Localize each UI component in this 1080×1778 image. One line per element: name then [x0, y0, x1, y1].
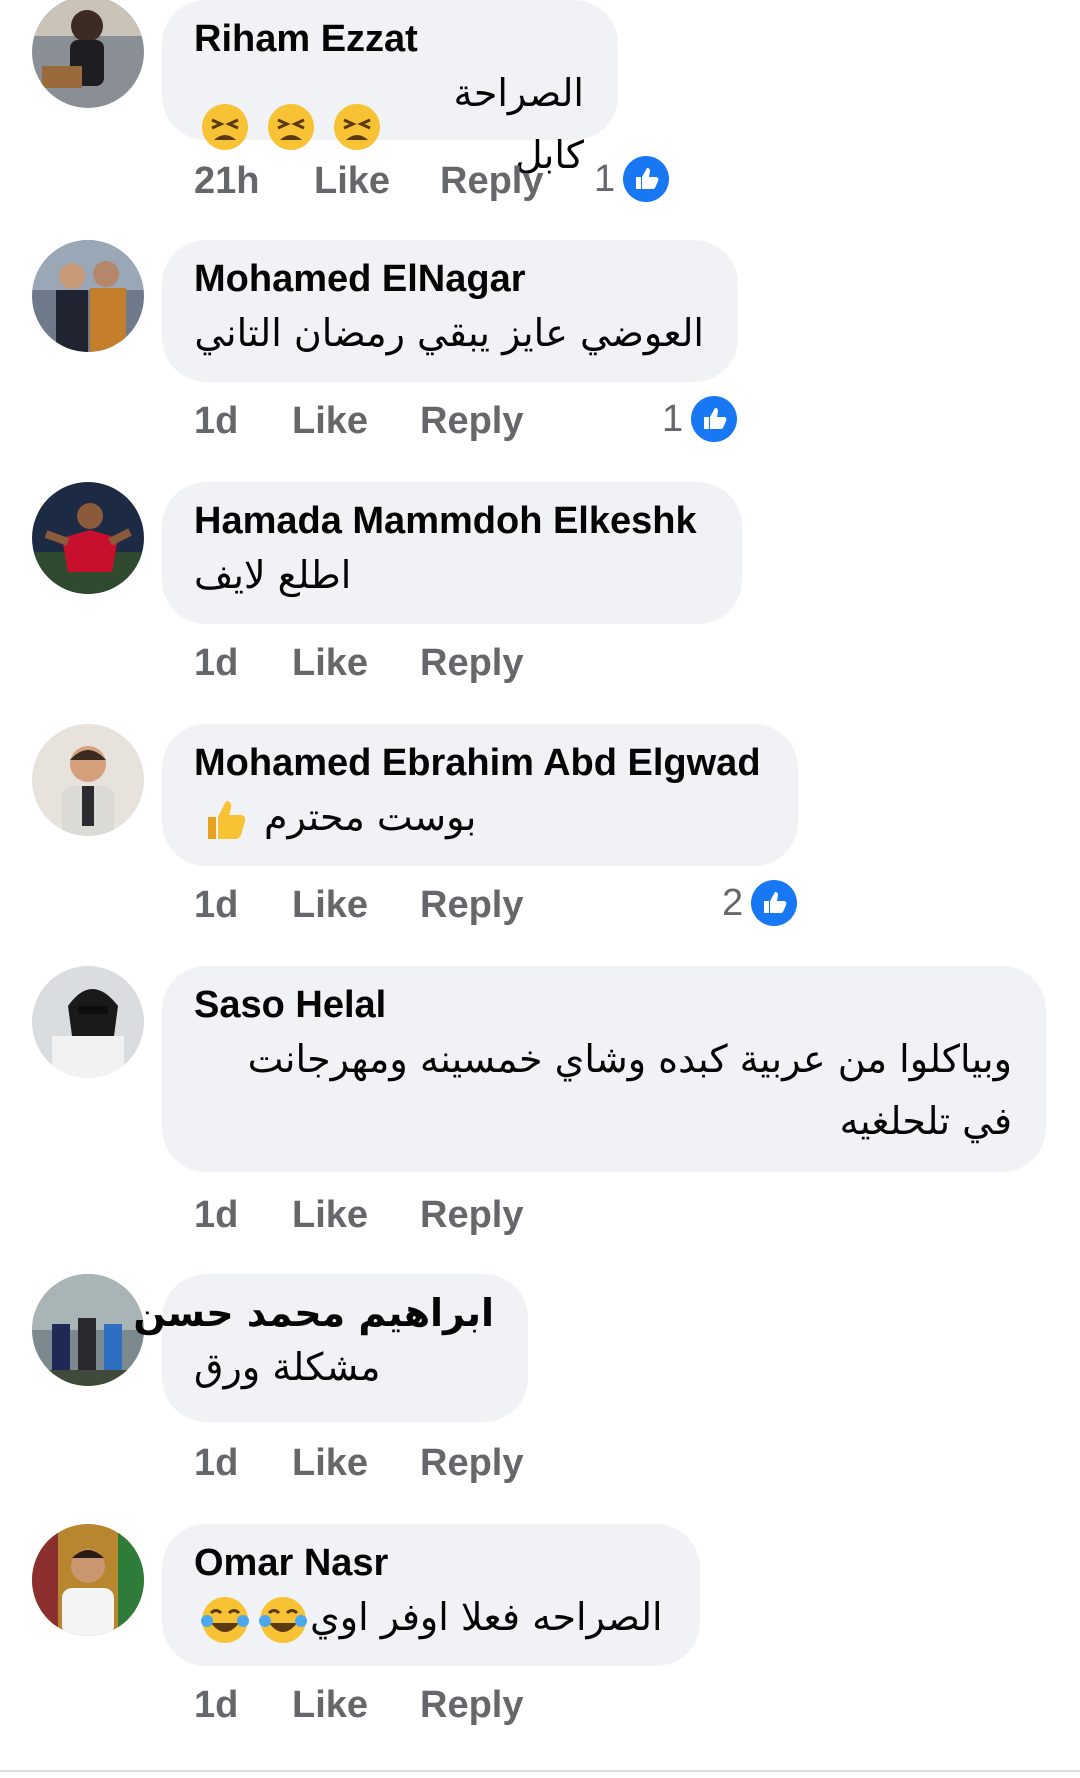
like-button[interactable]: Like [292, 1442, 368, 1485]
comment-text: العوضي عايز يبقي رمضان التاني [194, 311, 704, 355]
laughing-tears-icon [194, 1586, 250, 1648]
comment-author[interactable]: Riham Ezzat [194, 16, 584, 62]
comment-text-content: اطلع لايف [194, 553, 352, 597]
like-button[interactable]: Like [292, 642, 368, 685]
avatar[interactable] [32, 966, 144, 1078]
reply-button[interactable]: Reply [420, 1194, 523, 1237]
comment-time[interactable]: 1d [194, 1194, 238, 1237]
like-reaction-icon [691, 396, 738, 442]
tired-face-icon [260, 93, 316, 155]
avatar[interactable] [32, 1274, 144, 1386]
comment-text: وبياكلوا من عربية كبده وشاي خمسينه ومهرج… [247, 1037, 1012, 1143]
like-button[interactable]: Like [292, 400, 368, 443]
avatar[interactable] [32, 240, 144, 352]
avatar[interactable] [32, 1524, 144, 1636]
comment-text-content: مشكلة ورق [194, 1345, 381, 1389]
like-reaction-icon [623, 156, 670, 202]
comment-bubble[interactable]: Hamada Mammdoh Elkeshk اطلع لايف [162, 482, 742, 624]
thumbs-up-emoji-icon [194, 786, 250, 848]
comment-author[interactable]: Mohamed ElNagar [194, 256, 704, 302]
comment-text: اطلع لايف [194, 544, 708, 606]
comment-bubble[interactable]: Omar Nasr الصراحه فعلا اوفر اوي [162, 1524, 700, 1666]
comment-time[interactable]: 1d [194, 1684, 238, 1727]
avatar[interactable] [32, 0, 144, 108]
comment-author[interactable]: Saso Helal [194, 982, 1012, 1028]
reaction-count: 1 [594, 157, 616, 200]
comment-bubble[interactable]: Saso Helal وبياكلوا من عربية كبده وشاي خ… [162, 966, 1046, 1172]
like-reaction-icon [751, 880, 798, 926]
comment-author[interactable]: ابراهيم محمد حسن [133, 1290, 494, 1336]
comment-author[interactable]: Mohamed Ebrahim Abd Elgwad [194, 740, 764, 786]
comment-time[interactable]: 1d [194, 1442, 238, 1485]
reply-button[interactable]: Reply [420, 642, 523, 685]
like-button[interactable]: Like [314, 160, 390, 203]
comment-author[interactable]: Hamada Mammdoh Elkeshk [194, 498, 708, 544]
comment-bubble[interactable]: ابراهيم محمد حسن مشكلة ورق [133, 1274, 528, 1422]
comment-text-content: الصراحه فعلا اوفر اوي [310, 1595, 663, 1639]
reaction-count: 1 [662, 397, 684, 440]
comment-time[interactable]: 21h [194, 160, 259, 203]
reply-button[interactable]: Reply [440, 160, 543, 203]
comment-text-content: بوست محترم [264, 795, 477, 839]
reply-button[interactable]: Reply [420, 884, 523, 927]
reply-button[interactable]: Reply [420, 400, 523, 443]
reaction-summary[interactable]: 2 [722, 878, 798, 928]
comment-text: الصراحه فعلا اوفر اوي [194, 1586, 666, 1648]
reaction-summary[interactable]: 1 [662, 394, 738, 444]
reaction-summary[interactable]: 1 [594, 154, 670, 204]
comment-time[interactable]: 1d [194, 400, 238, 443]
divider [0, 1770, 1080, 1772]
laughing-tears-icon [252, 1586, 308, 1648]
comment-text: مشكلة ورق [194, 1336, 494, 1398]
reaction-count: 2 [722, 881, 744, 924]
comment-bubble[interactable]: Riham Ezzat الصراحة كابل [162, 0, 618, 177]
like-button[interactable]: Like [292, 1684, 368, 1727]
comment-author-name[interactable]: ابراهيم محمد حسن [133, 1291, 494, 1335]
comment-time[interactable]: 1d [194, 884, 238, 927]
comment-bubble[interactable]: Mohamed Ebrahim Abd Elgwad بوست محترم [162, 724, 798, 866]
tired-face-icon [194, 93, 250, 155]
tired-face-icon [326, 93, 382, 155]
comment-bubble[interactable]: Mohamed ElNagar العوضي عايز يبقي رمضان ا… [162, 240, 738, 382]
avatar[interactable] [32, 724, 144, 836]
avatar[interactable] [32, 482, 144, 594]
comment-text: بوست محترم [194, 786, 764, 848]
like-button[interactable]: Like [292, 1194, 368, 1237]
reply-button[interactable]: Reply [420, 1684, 523, 1727]
reply-button[interactable]: Reply [420, 1442, 523, 1485]
comment-author[interactable]: Omar Nasr [194, 1540, 666, 1586]
like-button[interactable]: Like [292, 884, 368, 927]
comment-time[interactable]: 1d [194, 642, 238, 685]
